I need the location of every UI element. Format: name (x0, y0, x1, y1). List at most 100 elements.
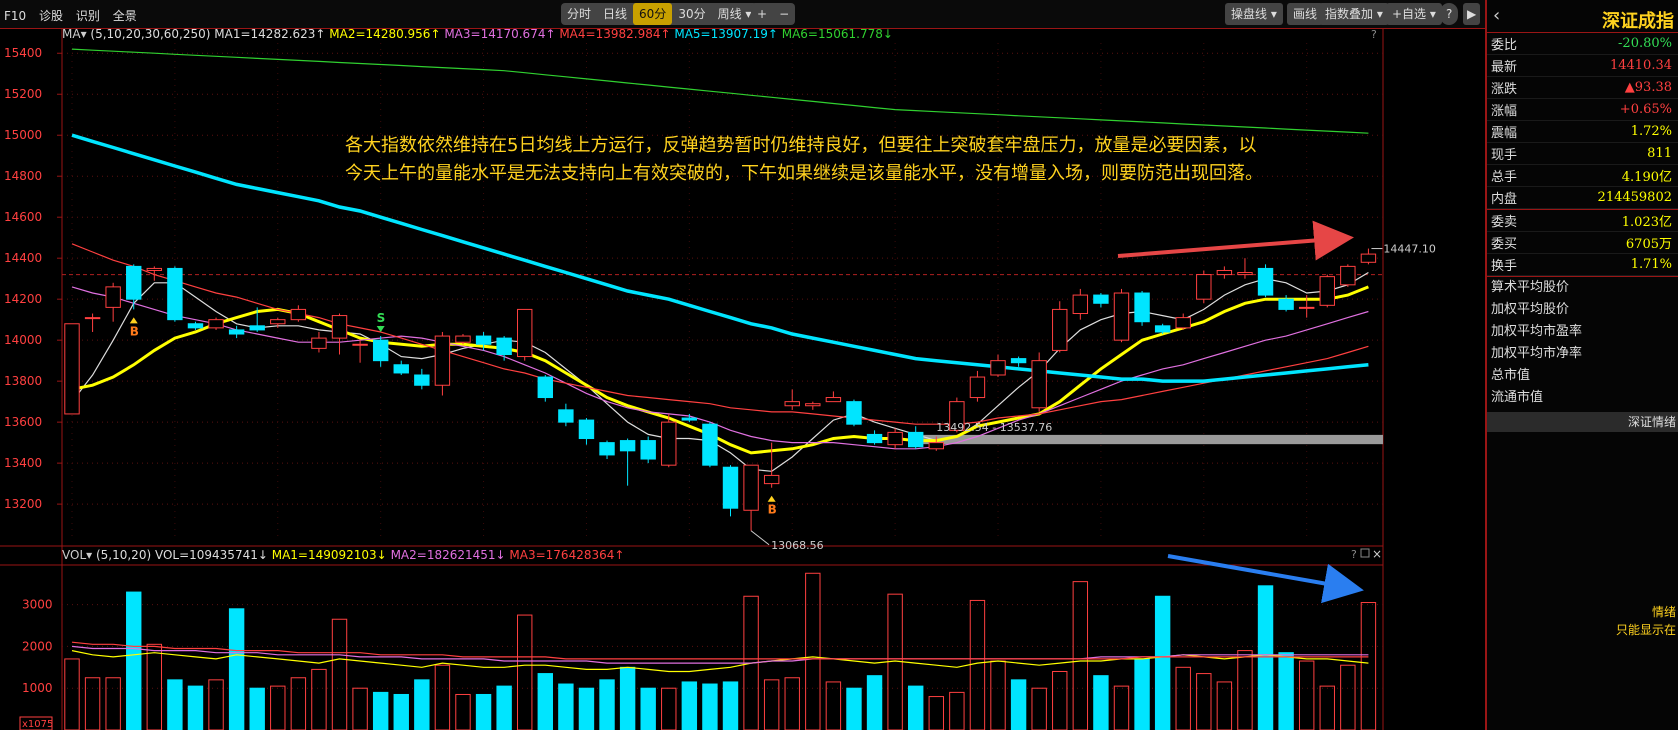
candle-body (1072, 294, 1089, 315)
stat-label: 加权平均股价 (1491, 302, 1570, 317)
volume-bar (661, 687, 677, 730)
vol-close-icon[interactable]: × (1372, 547, 1382, 561)
volume-bar (1175, 666, 1191, 730)
legend-params: (5,10,20) (96, 548, 155, 562)
volume-ma-lines (71, 641, 1369, 673)
volume-bar (1113, 685, 1130, 730)
candle-body (414, 374, 430, 386)
volume-bar (1237, 650, 1253, 730)
candle-body (434, 335, 451, 386)
candle-body (990, 360, 1006, 376)
volume-bar (1257, 585, 1274, 730)
volume-bar (1340, 664, 1356, 730)
chevron-left-icon[interactable]: ‹ (1493, 5, 1500, 26)
volume-bar (846, 687, 862, 730)
volume-bar (1360, 602, 1377, 730)
candle-body (763, 474, 780, 485)
candle-body (1237, 272, 1253, 276)
candle-body (640, 440, 656, 460)
candle-body (167, 267, 183, 321)
panorama-button[interactable]: 全景 (113, 9, 137, 23)
candle-body (846, 401, 862, 425)
quote-label: 委买 (1491, 237, 1518, 252)
volume-bar (1072, 581, 1089, 730)
candle-body (1196, 274, 1212, 300)
volume-bar (393, 693, 409, 730)
candle-body (496, 337, 512, 356)
y-tick-label: 13600 (4, 415, 42, 429)
quote-label: 内盘 (1491, 192, 1518, 207)
volume-bar (475, 693, 492, 730)
candle-body (249, 325, 265, 331)
ma-line-ma6 (71, 48, 1369, 134)
volume-grid: 1000 2000 3000 x1075 (19, 598, 1383, 730)
quote-value: 14410.34 (1609, 58, 1672, 73)
trade-signals: B S B (129, 311, 777, 517)
buy-arrow-icon (767, 495, 776, 502)
volume-bar (805, 572, 821, 730)
legend-label[interactable]: MA▾ (62, 29, 90, 41)
vol-tick-label: 1000 (22, 681, 53, 695)
operation-line-dropdown[interactable]: 操盘线 ▾ (1225, 3, 1283, 25)
candle-body (1010, 358, 1027, 364)
legend-item: VOL=109435741↓ (155, 548, 272, 562)
candle-body (558, 409, 574, 423)
candle-body (1052, 308, 1068, 351)
zoom-out-button[interactable]: − (773, 3, 795, 25)
tab-intraday[interactable]: 分时 (561, 3, 597, 25)
tab-30min[interactable]: 30分 (672, 3, 711, 25)
collapse-panel-icon[interactable]: ▶ (1463, 3, 1481, 25)
volume-bar (105, 677, 121, 730)
y-tick-label: 14600 (4, 210, 42, 224)
candle-body (1319, 276, 1335, 306)
quote-row: 委比 -20.80% (1487, 33, 1678, 55)
candle-body (722, 466, 739, 509)
tab-daily[interactable]: 日线 (597, 3, 633, 25)
volume-bar (578, 687, 595, 730)
sentiment-header[interactable]: 深证情绪 (1487, 412, 1678, 432)
zoom-in-button[interactable]: + (751, 3, 773, 25)
index-overlay-dropdown[interactable]: 指数叠加 ▾ (1319, 3, 1389, 25)
candle-body (1278, 298, 1294, 310)
vol-maximize-icon[interactable] (1360, 548, 1370, 558)
sentiment-note-1: 情绪 (1651, 605, 1676, 619)
ma-lines (71, 48, 1369, 472)
draw-line-button[interactable]: 画线 (1287, 3, 1324, 25)
chart-help-icon[interactable]: ? (1371, 29, 1377, 41)
panel-header: ‹ 深证成指 (1487, 0, 1678, 33)
candle-body (887, 431, 903, 446)
quote-label: 最新 (1491, 60, 1518, 75)
vol-ma-line-ma3 (71, 641, 1369, 660)
volume-bar (1278, 652, 1294, 730)
identify-button[interactable]: 识别 (76, 9, 100, 23)
candle-body (1298, 306, 1315, 309)
candle-body (578, 419, 595, 440)
legend-label[interactable]: VOL▾ (62, 548, 96, 562)
vol-help-icon[interactable]: ? (1351, 548, 1357, 561)
help-icon[interactable]: ? (1440, 3, 1459, 25)
tab-60min[interactable]: 60分 (633, 3, 673, 25)
candle-body (805, 403, 821, 407)
f10-button[interactable]: F10 (4, 9, 26, 23)
volume-bar (702, 683, 718, 730)
candle-body (928, 442, 944, 450)
diagnose-button[interactable]: 诊股 (39, 9, 63, 23)
candle-body (290, 308, 307, 321)
volume-bar (1216, 681, 1233, 730)
volume-bars (64, 572, 1377, 730)
candle-body (661, 421, 677, 466)
watchlist-dropdown[interactable]: +自选 ▾ (1386, 3, 1442, 25)
vol-legend: VOL▾ (5,10,20) VOL=109435741↓ MA1=149092… (62, 548, 624, 562)
top-toolbar: F10 诊股 识别 全景 分时 日线 60分 30分 周线 ▾ + − 操盘线 … (0, 0, 1485, 29)
y-tick-label: 13200 (4, 497, 42, 511)
volume-bar (763, 679, 780, 730)
volume-bar (1134, 658, 1150, 730)
kline-chart[interactable]: 13200 13400 13600 13800 14000 14200 14400 14600… (0, 29, 1485, 730)
volume-bar (619, 666, 636, 730)
signal-label: B (768, 503, 777, 517)
volume-bar (537, 673, 553, 730)
quote-value: 214459802 (1597, 190, 1672, 205)
zoom-group: + − (751, 3, 796, 25)
volume-bar (270, 685, 286, 730)
candle-body (825, 397, 842, 403)
